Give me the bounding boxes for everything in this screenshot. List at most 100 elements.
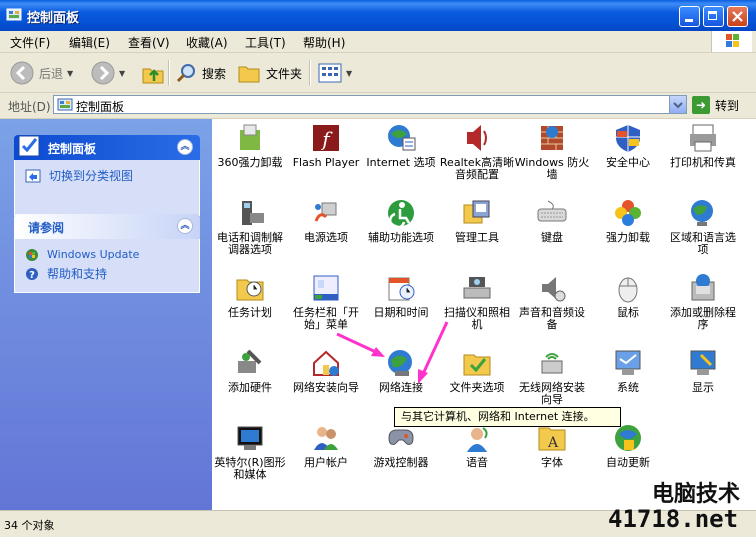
control-panel-item[interactable]: 网络连接 [363, 347, 439, 394]
applet-label: 打印机和传真 [670, 156, 736, 169]
applet-label: Windows 防火墙 [514, 156, 590, 181]
control-panel-item[interactable]: 网络安装向导 [288, 347, 364, 394]
folder-icon [238, 66, 260, 83]
control-panel-item[interactable]: f Flash Player [288, 122, 364, 169]
menu-view[interactable]: 查看(V) [128, 34, 170, 51]
control-panel-icon [6, 8, 22, 21]
control-panel-item[interactable]: 任务计划 [212, 272, 288, 319]
maximize-button[interactable] [703, 6, 724, 27]
control-panel-icon [57, 98, 73, 111]
control-panel-item[interactable]: 管理工具 [439, 197, 515, 244]
help-support-link[interactable]: ? 帮助和支持 [15, 264, 199, 283]
applet-icon [385, 347, 417, 379]
panel-header[interactable]: 控制面板 ︽ [14, 135, 200, 160]
control-panel-item[interactable]: 扫描仪和照相机 [439, 272, 515, 331]
control-panel-item[interactable]: 鼠标 [590, 272, 666, 319]
applet-icon [310, 347, 342, 379]
address-input[interactable]: 控制面板 [53, 95, 687, 114]
control-panel-item[interactable]: 系统 [590, 347, 666, 394]
network-connections-tooltip: 与其它计算机、网络和 Internet 连接。 [394, 407, 621, 427]
views-button[interactable]: ▼ [318, 59, 352, 87]
applet-label: 360强力卸载 [217, 156, 283, 169]
watermark-site: 41718.net [608, 505, 739, 533]
menu-tools[interactable]: 工具(T) [245, 34, 286, 51]
applet-label: 显示 [692, 381, 714, 394]
control-panel-item[interactable]: 360强力卸载 [212, 122, 288, 169]
control-panel-item[interactable]: 日期和时间 [363, 272, 439, 319]
chevron-down-icon: ▼ [119, 68, 126, 78]
address-bar: 地址(D) 控制面板 ➜ 转到 [0, 93, 756, 119]
applet-label: 扫描仪和照相机 [444, 306, 510, 331]
menu-file[interactable]: 文件(F) [10, 34, 50, 51]
go-arrow-icon: ➜ [692, 96, 710, 114]
control-panel-item[interactable]: 电话和调制解调器选项 [212, 197, 288, 256]
control-panel-item[interactable]: 区域和语言选项 [665, 197, 741, 256]
control-panel-item[interactable]: 无线网络安装向导 [514, 347, 590, 406]
control-panel-item[interactable]: 添加或删除程序 [665, 272, 741, 331]
menu-edit[interactable]: 编辑(E) [69, 34, 110, 51]
minimize-button[interactable] [679, 6, 700, 27]
control-panel-item[interactable]: 自动更新 [590, 422, 666, 469]
go-label: 转到 [715, 98, 740, 113]
windows-update-link[interactable]: Windows Update [15, 245, 199, 264]
panel-header[interactable]: 请参阅 ︽ [14, 214, 200, 239]
applet-icon [461, 122, 493, 154]
applet-label: Realtek高清晰音频配置 [439, 156, 515, 181]
control-panel-item[interactable]: 任务栏和「开始」菜单 [288, 272, 364, 331]
collapse-icon[interactable]: ︽ [177, 139, 193, 155]
control-panel-item[interactable]: 显示 [665, 347, 741, 394]
control-panel-item[interactable]: 辅助功能选项 [363, 197, 439, 244]
control-panel-item[interactable]: Realtek高清晰音频配置 [439, 122, 515, 181]
control-panel-item[interactable]: 声音和音频设备 [514, 272, 590, 331]
applet-icon [536, 347, 568, 379]
applet-icon [234, 272, 266, 304]
chevron-down-icon: ▼ [67, 68, 74, 78]
forward-button[interactable]: ▼ [91, 59, 125, 87]
title-bar[interactable]: 控制面板 [0, 0, 756, 31]
close-icon [732, 11, 743, 22]
control-panel-item[interactable]: 强力卸载 [590, 197, 666, 244]
control-panel-item[interactable]: 英特尔(R)图形和媒体 [212, 422, 288, 481]
windows-logo [711, 31, 752, 52]
help-icon: ? [26, 267, 38, 281]
collapse-icon[interactable]: ︽ [177, 218, 193, 234]
menu-help[interactable]: 帮助(H) [303, 34, 345, 51]
switch-category-view-link[interactable]: 切换到分类视图 [15, 166, 199, 185]
applet-label: 添加硬件 [228, 381, 272, 394]
close-button[interactable] [727, 6, 748, 27]
applet-label: 用户帐户 [304, 456, 348, 469]
address-dropdown-button[interactable] [669, 96, 686, 113]
go-button[interactable]: ➜ 转到 [692, 96, 739, 114]
applet-label: Flash Player [292, 156, 360, 169]
svg-text:A: A [547, 435, 559, 451]
task-pane: 控制面板 ︽ 切换到分类视图 请参阅 ︽ Windows Update ? 帮助… [0, 119, 212, 510]
control-panel-item[interactable]: 文件夹选项 [439, 347, 515, 394]
applet-label: 网络连接 [379, 381, 423, 394]
control-panel-item[interactable]: A 字体 [514, 422, 590, 469]
control-panel-item[interactable]: 安全中心 [590, 122, 666, 169]
search-button[interactable]: 搜索 [175, 59, 226, 87]
applet-label: 字体 [541, 456, 563, 469]
watermark-title: 电脑技术 [652, 482, 741, 507]
control-panel-item[interactable]: Internet 选项 [363, 122, 439, 169]
up-folder-button[interactable] [141, 59, 165, 87]
applet-icon [536, 197, 568, 229]
control-panel-item[interactable]: Windows 防火墙 [514, 122, 590, 181]
menu-favorites[interactable]: 收藏(A) [186, 34, 228, 51]
menu-bar: 文件(F) 编辑(E) 查看(V) 收藏(A) 工具(T) 帮助(H) [0, 31, 756, 53]
control-panel-item[interactable]: 语音 [439, 422, 515, 469]
back-button[interactable]: 后退 ▼ [10, 59, 73, 87]
control-panel-item[interactable]: 游戏控制器 [363, 422, 439, 469]
applet-icon [234, 122, 266, 154]
control-panel-item[interactable]: 打印机和传真 [665, 122, 741, 169]
control-panel-item[interactable]: 电源选项 [288, 197, 364, 244]
chevron-down-icon: ▼ [346, 68, 353, 78]
control-panel-item[interactable]: 键盘 [514, 197, 590, 244]
applet-label: 自动更新 [606, 456, 650, 469]
control-panel-window: 控制面板 文件(F) 编辑(E) 查看(V) 收藏(A) 工具(T) 帮助(H)… [0, 0, 756, 537]
control-panel-item[interactable]: 用户帐户 [288, 422, 364, 469]
folders-button[interactable]: 文件夹 [237, 59, 302, 87]
control-panel-item[interactable]: 添加硬件 [212, 347, 288, 394]
applet-label: 游戏控制器 [373, 456, 429, 469]
applet-label: 键盘 [541, 231, 563, 244]
